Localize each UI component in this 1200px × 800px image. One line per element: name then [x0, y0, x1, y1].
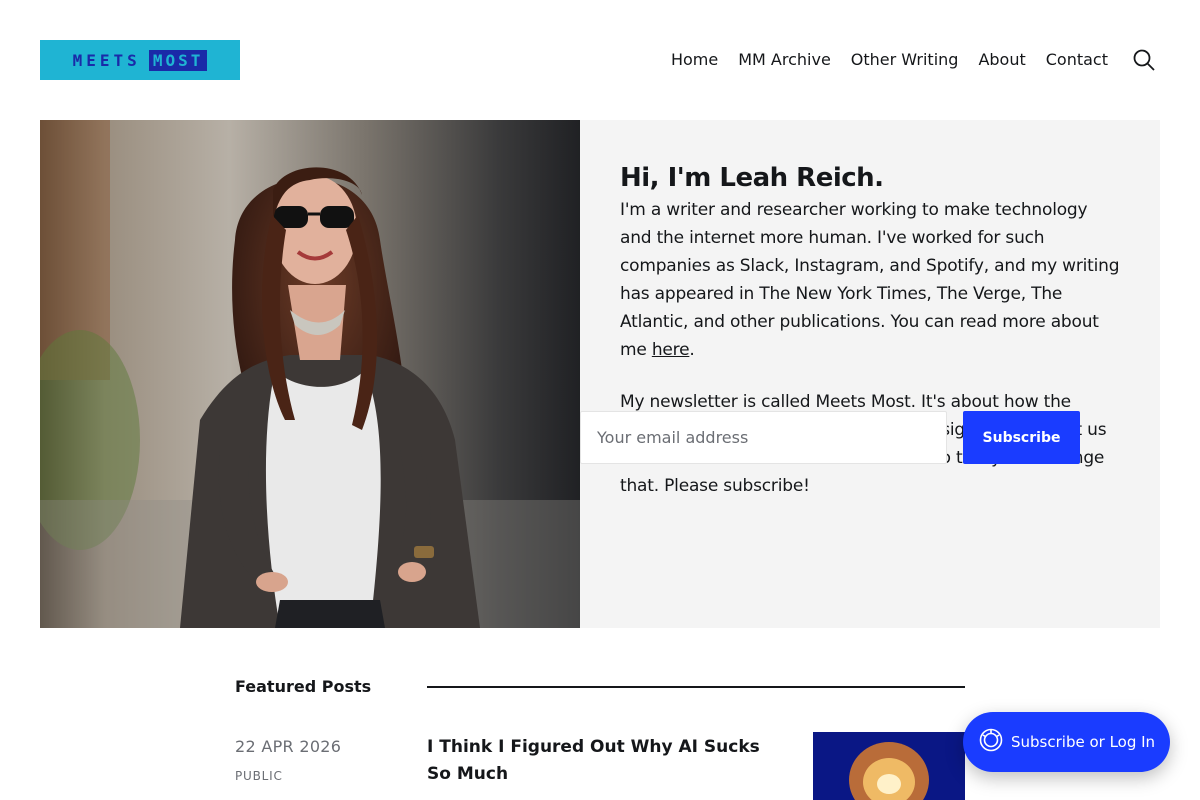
nav-contact[interactable]: Contact — [1046, 49, 1108, 71]
featured-posts-heading: Featured Posts — [235, 677, 372, 696]
site-logo[interactable]: MEETS MOST — [40, 40, 240, 80]
logo-word-meets: MEETS — [72, 50, 141, 70]
post-date: 22 APR 2026 — [235, 737, 342, 756]
post-visibility: PUBLIC — [235, 769, 283, 783]
search-icon[interactable] — [1132, 48, 1156, 72]
email-input[interactable] — [580, 411, 947, 464]
portal-icon — [979, 728, 1003, 756]
portal-trigger-button[interactable]: Subscribe or Log In — [963, 712, 1170, 772]
subscribe-form: Subscribe — [580, 411, 1080, 464]
hero-intro-end: . — [689, 340, 695, 360]
nav-about[interactable]: About — [978, 49, 1025, 71]
about-link[interactable]: here — [652, 340, 690, 360]
nav-other-writing[interactable]: Other Writing — [851, 49, 959, 71]
portal-label: Subscribe or Log In — [1011, 733, 1156, 751]
post-thumbnail[interactable] — [813, 732, 965, 800]
hero-title: Hi, I'm Leah Reich. — [620, 163, 884, 193]
hero-section: Hi, I'm Leah Reich. I'm a writer and res… — [40, 120, 1160, 628]
logo-word-most: MOST — [148, 49, 208, 71]
hero-intro: I'm a writer and researcher working to m… — [620, 196, 1120, 364]
post-title-link[interactable]: I Think I Figured Out Why AI Sucks So Mu… — [427, 734, 787, 788]
featured-divider — [427, 686, 965, 688]
nav-mm-archive[interactable]: MM Archive — [738, 49, 831, 71]
nav-home[interactable]: Home — [671, 49, 718, 71]
main-nav: Home MM Archive Other Writing About Cont… — [671, 49, 1108, 71]
author-portrait — [40, 120, 580, 628]
subscribe-button[interactable]: Subscribe — [963, 411, 1080, 464]
hero-intro-text: I'm a writer and researcher working to m… — [620, 200, 1120, 360]
